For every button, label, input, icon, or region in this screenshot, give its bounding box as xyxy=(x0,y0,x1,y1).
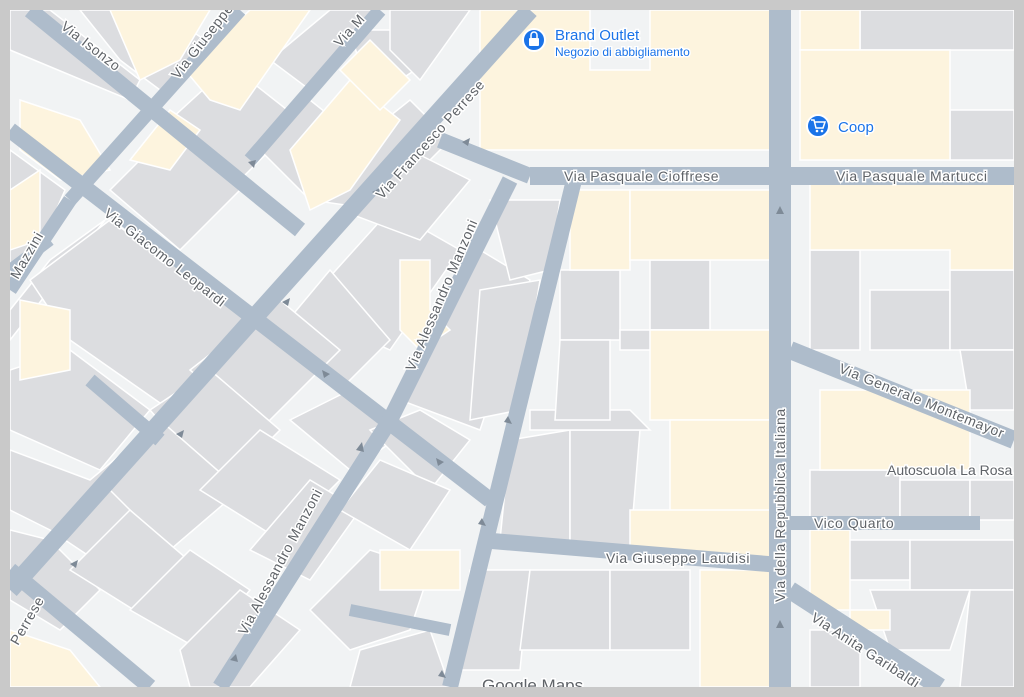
map-svg[interactable]: Via Isonzo Via Giuseppe Via M Via France… xyxy=(10,10,1014,687)
shopping-cart-icon[interactable] xyxy=(806,114,830,138)
shopping-cart-icon-wheel-left xyxy=(815,129,819,133)
street-label-repubblica-italiana: Via della Repubblica Italiana xyxy=(772,408,788,602)
poi-coop-name[interactable]: Coop xyxy=(837,118,876,138)
poi-brand-outlet-category: Negozio di abbigliamento xyxy=(555,45,690,59)
poi-brand-outlet-name[interactable]: Brand Outlet xyxy=(554,26,642,46)
street-label-pasquale-martucci: Via Pasquale Martucci xyxy=(836,168,988,184)
shopping-cart-icon-wheel-right xyxy=(820,129,824,133)
google-maps-logo: Google Maps xyxy=(482,676,583,687)
street-label-vico-quarto: Vico Quarto xyxy=(814,515,894,531)
poi-coop[interactable]: Coop xyxy=(806,114,876,138)
business-label-autoscuola[interactable]: Autoscuola La Rosa xyxy=(886,461,1015,480)
street-label-giuseppe-laudisi: Via Giuseppe Laudisi xyxy=(606,550,750,566)
map-frame: Via Isonzo Via Giuseppe Via M Via France… xyxy=(0,0,1024,697)
shopping-bag-icon-body xyxy=(529,38,539,46)
map-canvas[interactable]: Via Isonzo Via Giuseppe Via M Via France… xyxy=(10,10,1014,687)
street-label-pasquale-cioffrese: Via Pasquale Cioffrese xyxy=(564,168,719,184)
